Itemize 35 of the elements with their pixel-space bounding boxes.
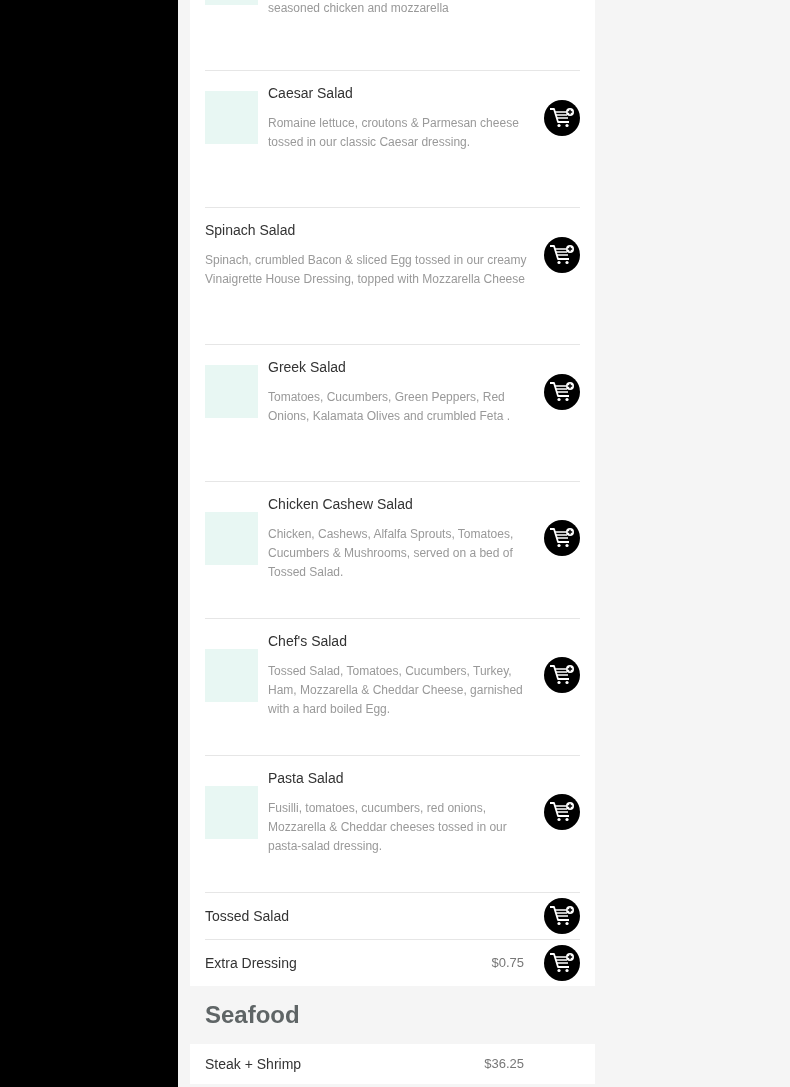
cart-plus-icon: [549, 801, 575, 823]
add-to-cart-button[interactable]: [544, 657, 580, 693]
item-description: Tossed Salad, Tomatoes, Cucumbers, Turkey, Ham, Mozzarella & Cheddar Cheese, garnished with a hard boiled Egg.: [268, 663, 524, 718]
cart-plus-icon: [549, 380, 575, 403]
item-name: Chef's Salad: [268, 632, 348, 651]
item-description: Tomatoes, Cucumbers, Green Peppers, Red Onions, Kalamata Olives and crumbled Feta .: [268, 389, 512, 425]
item-description: Romaine lettuce, croutons & Parmesan cheese tossed in our classic Caesar dressing.: [268, 115, 520, 151]
cart-plus-icon: [549, 905, 575, 927]
item-name: Greek Salad: [268, 358, 347, 377]
item-name: Steak + Shrimp: [205, 1054, 303, 1074]
cart-plus-icon: [549, 664, 575, 686]
item-description: Spinach, crumbled Bacon & sliced Egg tossed in our creamy Vinaigrette House Dressing, topped with Mozzarella Cheese: [205, 252, 528, 288]
add-to-cart-button[interactable]: [544, 794, 580, 830]
cart-plus-icon: [549, 106, 575, 129]
add-to-cart-button[interactable]: [544, 898, 580, 934]
item-price: $0.75: [491, 954, 524, 973]
section-heading: Seafood: [205, 1000, 300, 1030]
item-name: Pasta Salad: [268, 769, 345, 788]
item-price: $36.25: [484, 1055, 524, 1074]
add-to-cart-button[interactable]: [544, 99, 580, 136]
add-to-cart-button[interactable]: [544, 945, 580, 981]
cart-plus-icon: [549, 952, 575, 974]
item-name: Chicken Cashew Salad: [268, 495, 414, 514]
item-description: Fusilli, tomatoes, cucumbers, red onions, Mozzarella & Cheddar cheeses tossed in our pasta-salad dressing.: [268, 800, 508, 855]
add-to-cart-button[interactable]: [544, 373, 580, 410]
cart-plus-icon: [549, 527, 575, 549]
item-description: Chicken, Cashews, Alfalfa Sprouts, Tomatoes, Cucumbers & Mushrooms, served on a bed of Tossed Salad.: [268, 526, 515, 581]
add-to-cart-button[interactable]: [544, 520, 580, 556]
item-description: seasoned chicken and mozzarella: [268, 0, 450, 16]
item-name: Tossed Salad: [205, 906, 291, 926]
item-name: Caesar Salad: [268, 84, 354, 103]
item-name: Extra Dressing: [205, 953, 298, 973]
item-name: Spinach Salad: [205, 221, 297, 240]
cart-plus-icon: [549, 243, 575, 266]
add-to-cart-button[interactable]: [544, 236, 580, 273]
